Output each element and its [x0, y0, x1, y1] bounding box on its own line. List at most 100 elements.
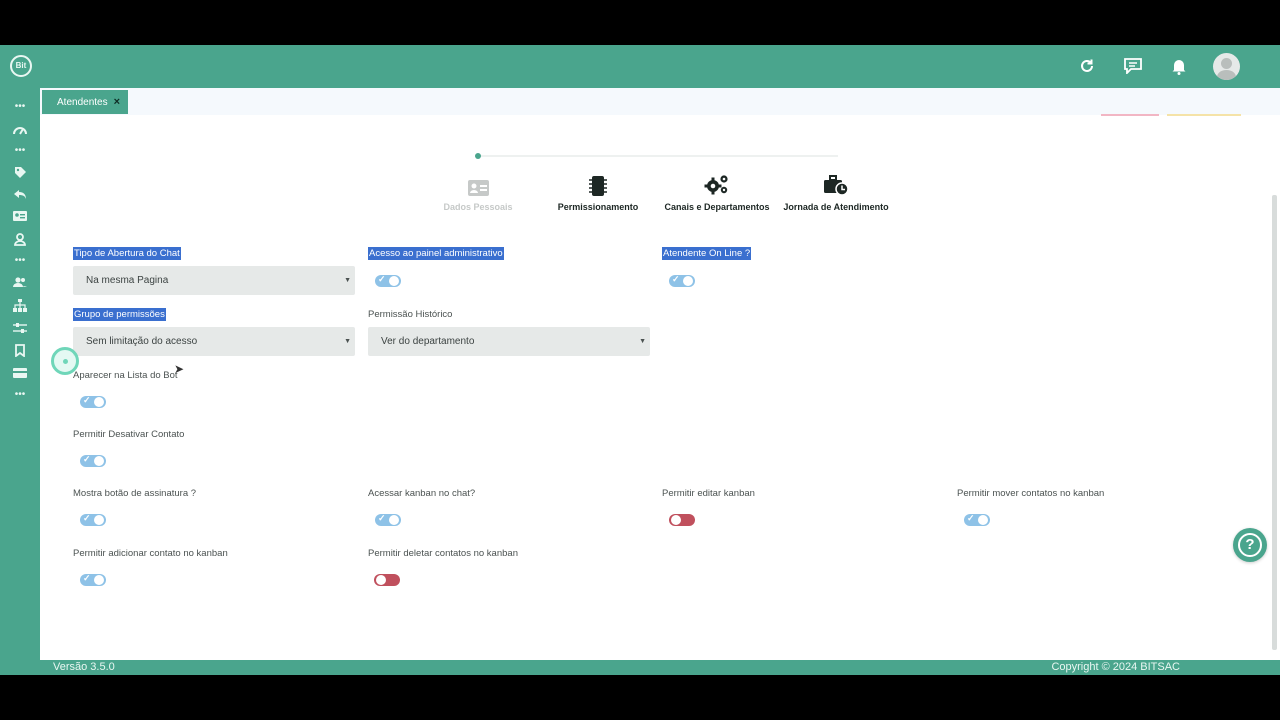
user-avatar[interactable] [1213, 52, 1240, 80]
label-kanban-chat: Acessar kanban no chat? [368, 488, 476, 499]
select-grupo-permissoes[interactable]: Sem limitação do acesso ▼ [73, 327, 355, 356]
label-permissao-historico: Permissão Histórico [368, 309, 453, 320]
close-icon[interactable]: × [114, 96, 120, 108]
check-icon: ✓ [83, 395, 91, 405]
label-atendente-online: Atendente On Line ? [662, 247, 752, 260]
toggle-knob [389, 276, 399, 286]
chat-icon[interactable] [1121, 51, 1145, 81]
tab-atendentes[interactable]: Atendentes × [42, 90, 129, 114]
toggle-atendente-online[interactable]: ✓ [669, 274, 695, 287]
tag-icon[interactable] [11, 165, 29, 179]
label-botao-assinatura: Mostra botão de assinatura ? [73, 488, 197, 499]
toggle-knob [671, 515, 681, 525]
toggle-knob [376, 575, 386, 585]
check-icon: ✓ [967, 513, 975, 523]
tab-strip: Atendentes × [40, 88, 1280, 115]
toggle-deletar-kanban[interactable] [374, 574, 400, 586]
check-icon: ✓ [83, 573, 91, 583]
more-dots-icon[interactable]: ••• [11, 254, 29, 268]
top-bar: Bit [0, 45, 1280, 88]
tab-label: Atendentes [57, 96, 108, 108]
users-icon[interactable] [11, 275, 29, 289]
caret-down-icon: ▼ [344, 277, 351, 284]
header-actions [1075, 51, 1240, 81]
label-tipo-abertura: Tipo de Abertura do Chat [73, 247, 181, 260]
toggle-knob [389, 515, 399, 525]
bookmark-icon[interactable] [11, 343, 29, 357]
step-jornada-atendimento[interactable]: Jornada de Atendimento [781, 172, 891, 212]
question-icon: ? [1238, 533, 1262, 557]
toggle-knob [94, 575, 104, 585]
check-icon: ✓ [83, 454, 91, 464]
step-label: Permissionamento [557, 202, 639, 212]
toggle-knob [94, 397, 104, 407]
help-button[interactable]: ? [1233, 528, 1267, 562]
dashboard-icon[interactable] [11, 123, 29, 137]
more-dots-icon[interactable]: ••• [11, 100, 29, 114]
step-label: Canais e Departamentos [664, 202, 770, 212]
toggle-knob [978, 515, 988, 525]
app-window: Bit ••• ••• ••• ••• Atendentes × Dados P… [0, 45, 1280, 675]
stepper-progress-dot [475, 153, 481, 159]
toggle-adicionar-kanban[interactable]: ✓ [80, 573, 106, 586]
copyright-text: Copyright © 2024 BITSAC [1051, 661, 1180, 673]
step-permissionamento[interactable]: Permissionamento [543, 172, 653, 212]
stepper-track [478, 155, 838, 157]
toggle-aparecer-bot[interactable]: ✓ [80, 395, 106, 408]
check-icon: ✓ [672, 274, 680, 284]
label-grupo-permissoes: Grupo de permissões [73, 308, 166, 321]
reply-icon[interactable] [11, 187, 29, 201]
sitemap-icon[interactable] [11, 298, 29, 312]
refresh-icon[interactable] [1075, 51, 1099, 81]
toggle-acesso-painel[interactable]: ✓ [375, 274, 401, 287]
more-dots-icon[interactable]: ••• [11, 144, 29, 158]
check-icon: ✓ [83, 513, 91, 523]
step-canais-departamentos[interactable]: Canais e Departamentos [662, 172, 772, 212]
step-label: Jornada de Atendimento [783, 202, 889, 212]
gears-icon [662, 172, 772, 196]
select-value: Na mesma Pagina [86, 275, 169, 286]
select-permissao-historico[interactable]: Ver do departamento ▼ [368, 327, 650, 356]
briefcase-clock-icon [781, 172, 891, 196]
caret-down-icon: ▼ [344, 338, 351, 345]
label-adicionar-kanban: Permitir adicionar contato no kanban [73, 548, 228, 559]
label-editar-kanban: Permitir editar kanban [662, 488, 755, 499]
header-accent-line [1101, 114, 1159, 116]
microchip-icon [543, 172, 653, 196]
select-value: Ver do departamento [381, 336, 475, 347]
step-label: Dados Pessoais [443, 202, 513, 212]
bell-icon[interactable] [1167, 51, 1191, 81]
toggle-mover-kanban[interactable]: ✓ [964, 513, 990, 526]
caret-down-icon: ▼ [639, 338, 646, 345]
scrollbar[interactable] [1272, 195, 1277, 650]
label-deletar-kanban: Permitir deletar contatos no kanban [368, 548, 518, 559]
toggle-kanban-chat[interactable]: ✓ [375, 513, 401, 526]
step-dados-pessoais[interactable]: Dados Pessoais [423, 172, 533, 212]
click-indicator [51, 347, 79, 375]
select-tipo-abertura[interactable]: Na mesma Pagina ▼ [73, 266, 355, 295]
credit-card-icon[interactable] [11, 366, 29, 380]
more-dots-icon[interactable]: ••• [11, 388, 29, 402]
label-aparecer-bot: Aparecer na Lista do Bot [73, 370, 178, 381]
check-icon: ✓ [378, 274, 386, 284]
check-icon: ✓ [378, 513, 386, 523]
toggle-knob [683, 276, 693, 286]
toggle-editar-kanban[interactable] [669, 514, 695, 526]
mouse-pointer-icon: ➤ [174, 362, 185, 376]
label-acesso-painel: Acesso ao painel administrativo [368, 247, 504, 260]
id-card-icon [423, 172, 533, 196]
label-desativar-contato: Permitir Desativar Contato [73, 429, 185, 440]
select-value: Sem limitação do acesso [86, 336, 198, 347]
toggle-desativar-contato[interactable]: ✓ [80, 454, 106, 467]
toggle-knob [94, 456, 104, 466]
sliders-icon[interactable] [11, 321, 29, 335]
id-card-icon[interactable] [11, 209, 29, 223]
footer: Versão 3.5.0 Copyright © 2024 BITSAC [40, 660, 1280, 675]
sidebar: ••• ••• ••• ••• [0, 88, 40, 675]
toggle-botao-assinatura[interactable]: ✓ [80, 513, 106, 526]
label-mover-kanban: Permitir mover contatos no kanban [957, 488, 1105, 499]
user-icon[interactable] [11, 232, 29, 246]
version-text: Versão 3.5.0 [53, 661, 115, 673]
toggle-knob [94, 515, 104, 525]
brand-logo[interactable]: Bit [10, 55, 32, 77]
